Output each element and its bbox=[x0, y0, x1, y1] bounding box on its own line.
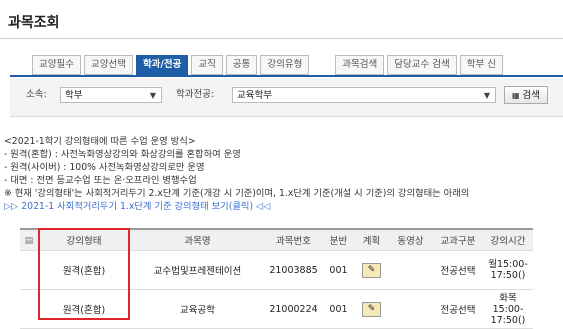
stage-link[interactable]: ▷▷ 2021-1 사회적거리두기 1.x단계 기준 강의형태 보기(클릭) ◁… bbox=[4, 200, 563, 213]
tab-common[interactable]: 공통 bbox=[225, 55, 258, 75]
cell-video bbox=[388, 250, 433, 290]
notice-heading: <2021-1학기 강의형태에 따른 수업 운영 방식> bbox=[4, 136, 196, 147]
row-select-header: ▤ bbox=[20, 228, 38, 251]
chevron-down-icon: ▼ bbox=[149, 91, 156, 100]
cell-name: 교수법및프레젠테이션 bbox=[130, 250, 265, 290]
cell-category: 전공선택 bbox=[433, 250, 483, 290]
division-label: 소속: bbox=[26, 89, 47, 100]
tab-undergrad-new[interactable]: 학부 신 bbox=[459, 55, 503, 75]
major-value: 교육학부 bbox=[237, 90, 272, 101]
tab-liberal-elective[interactable]: 교양선택 bbox=[83, 55, 133, 75]
col-header: 동영상 bbox=[388, 228, 433, 251]
division-value: 학부 bbox=[65, 90, 83, 101]
notice-line: - 원격(혼합) : 사전녹화영상강의와 화상강의를 혼합하여 운영 bbox=[4, 149, 241, 160]
tab-liberal-required[interactable]: 교양필수 bbox=[32, 55, 81, 75]
time-line: 화목 bbox=[499, 292, 517, 304]
col-header: 과목번호 bbox=[265, 228, 322, 251]
col-header: 분반 bbox=[322, 228, 355, 251]
highlight-box bbox=[38, 228, 130, 320]
col-header: 계획 bbox=[355, 228, 388, 251]
page-title: 과목조회 bbox=[8, 15, 60, 31]
time-line: 15:00- bbox=[492, 303, 524, 315]
search-icon: ▦ bbox=[511, 91, 520, 100]
notice-line: - 원격(사이버) : 100% 사전녹화영상강의로만 운영 bbox=[4, 162, 205, 173]
col-header: 과목명 bbox=[130, 228, 265, 251]
notice-line: ※ 현재 '강의형태'는 사회적거리두기 2.x단계 기준(개강 시 기준)이며… bbox=[4, 188, 470, 199]
syllabus-icon[interactable]: ✎ bbox=[362, 262, 381, 278]
major-select[interactable]: 교육학부 ▼ bbox=[232, 87, 496, 103]
cell-code: 21003885 bbox=[265, 250, 322, 290]
notice-block: <2021-1학기 강의형태에 따른 수업 운영 방식> - 원격(혼합) : … bbox=[4, 135, 563, 213]
syllabus-icon[interactable]: ✎ bbox=[362, 301, 381, 317]
search-button[interactable]: ▦ 검색 bbox=[504, 86, 548, 104]
tab-department-major[interactable]: 학과/전공 bbox=[135, 55, 189, 75]
col-header: 강의시간 bbox=[483, 228, 533, 251]
tab-bar: 교양필수 교양선택 학과/전공 교직 공통 강의유형 과목검색 담당교수 검색 … bbox=[32, 55, 506, 75]
time-line: 17:50() bbox=[490, 314, 526, 326]
col-header: 교과구분 bbox=[433, 228, 483, 251]
divider bbox=[0, 38, 563, 39]
notice-line: - 대면 : 전면 등교수업 또는 온·오프라인 병행수업 bbox=[4, 175, 197, 186]
filter-bar: 소속: 학부 ▼ 학과전공: 교육학부 ▼ ▦ 검색 bbox=[10, 78, 563, 117]
row-marker bbox=[20, 250, 38, 290]
tab-professor-search[interactable]: 담당교수 검색 bbox=[387, 55, 457, 75]
grid-icon: ▤ bbox=[24, 235, 34, 246]
search-button-label: 검색 bbox=[522, 90, 541, 101]
division-select[interactable]: 학부 ▼ bbox=[60, 87, 162, 103]
cell-time: 월15:00- 17:50() bbox=[483, 250, 533, 290]
time-line: 월15:00- bbox=[488, 259, 528, 270]
cell-section: 001 bbox=[322, 250, 355, 290]
time-line: 17:50() bbox=[490, 270, 526, 281]
tab-teaching[interactable]: 교직 bbox=[191, 55, 223, 75]
chevron-down-icon: ▼ bbox=[483, 91, 490, 100]
tab-lecture-type[interactable]: 강의유형 bbox=[260, 55, 310, 75]
cell-plan: ✎ bbox=[355, 250, 388, 290]
tab-course-search[interactable]: 과목검색 bbox=[335, 55, 385, 75]
tabs-underline bbox=[10, 75, 563, 77]
major-label: 학과전공: bbox=[176, 89, 215, 100]
